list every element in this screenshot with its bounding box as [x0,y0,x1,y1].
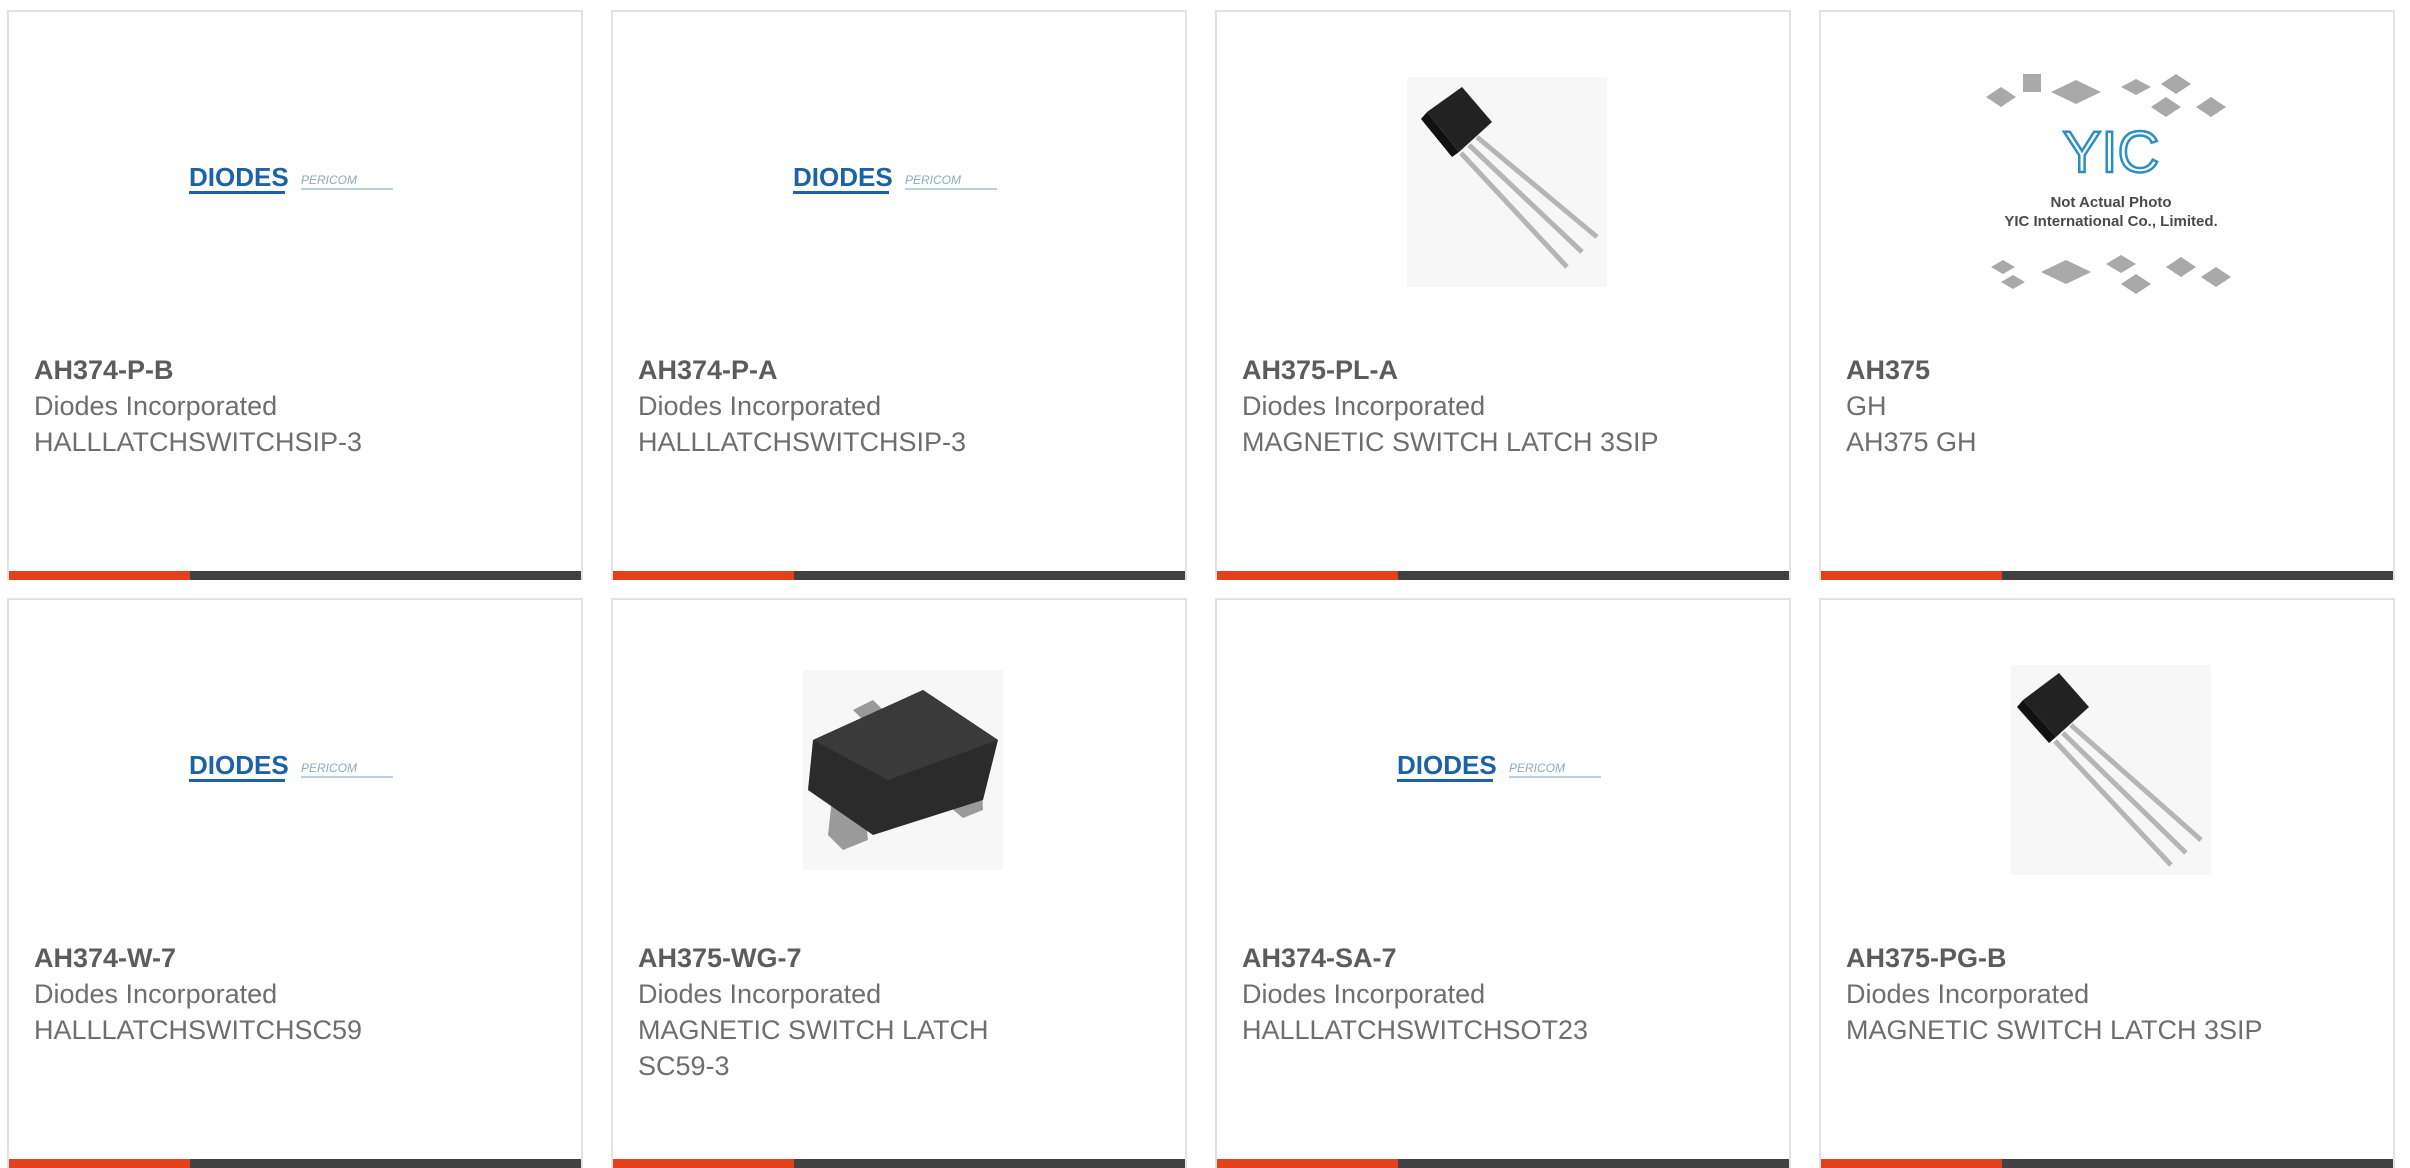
product-card[interactable]: AH375-PL-A Diodes Incorporated MAGNETIC … [1215,10,1791,580]
product-image[interactable]: YIC Not Actual Photo YIC International C… [1961,72,2261,294]
product-image[interactable]: DIODES PERICOM [149,72,449,292]
svg-text:DIODES: DIODES [189,750,289,780]
product-grid: DIODES PERICOM AH374-P-B Diodes Incorpor… [0,0,2410,1168]
product-card[interactable]: DIODES PERICOM AH374-W-7 Diodes Incorpor… [7,598,583,1168]
description: HALLLATCHSWITCHSIP-3 [34,427,363,457]
manufacturer: Diodes Incorporated [34,979,278,1009]
part-number[interactable]: AH375-PG-B [1846,940,2373,976]
description: AH375 GH [1846,427,1977,457]
product-card[interactable]: AH375-WG-7 Diodes Incorporated MAGNETIC … [611,598,1187,1168]
card-bar [613,1159,1185,1168]
description: HALLLATCHSWITCHSOT23 [1242,1015,1589,1045]
card-bar [613,571,1185,580]
product-image[interactable]: DIODES PERICOM [1357,660,1657,880]
product-card[interactable]: DIODES PERICOM AH374-P-A Diodes Incorpor… [611,10,1187,580]
manufacturer: Diodes Incorporated [638,979,882,1009]
sc59-package-icon [803,670,1003,870]
manufacturer: Diodes Incorporated [1242,979,1486,1009]
product-image[interactable] [1357,72,1657,292]
product-card[interactable]: DIODES PERICOM AH374-P-B Diodes Incorpor… [7,10,583,580]
diodes-logo-icon: DIODES PERICOM [189,750,393,782]
manufacturer: Diodes Incorporated [1846,979,2090,1009]
svg-text:YIC International Co., Limited: YIC International Co., Limited. [2004,213,2217,230]
sip3-package-icon [2011,665,2211,875]
diodes-logo-icon: DIODES PERICOM [1397,750,1601,782]
sip3-package-icon [1407,77,1607,287]
yic-placeholder-icon: YIC Not Actual Photo YIC International C… [1986,74,2231,294]
product-image[interactable] [1961,660,2261,880]
card-bar [9,571,581,580]
manufacturer: Diodes Incorporated [34,391,278,421]
description: MAGNETIC SWITCH LATCH 3SIP [1242,427,1659,457]
description: MAGNETIC SWITCH LATCH SC59-3 [638,1015,989,1081]
product-image[interactable]: DIODES PERICOM [753,72,1053,292]
card-bar [1821,1159,2393,1168]
part-number[interactable]: AH374-W-7 [34,940,561,976]
svg-text:DIODES: DIODES [189,162,289,192]
manufacturer: Diodes Incorporated [638,391,882,421]
card-bar [1821,571,2393,580]
product-image[interactable]: DIODES PERICOM [149,660,449,880]
product-card[interactable]: YIC Not Actual Photo YIC International C… [1819,10,2395,580]
diodes-logo-icon: DIODES PERICOM [793,162,997,194]
product-card[interactable]: AH375-PG-B Diodes Incorporated MAGNETIC … [1819,598,2395,1168]
svg-text:PERICOM: PERICOM [1509,761,1565,775]
description: HALLLATCHSWITCHSIP-3 [638,427,967,457]
svg-text:DIODES: DIODES [1397,750,1497,780]
svg-text:PERICOM: PERICOM [301,761,357,775]
svg-text:PERICOM: PERICOM [301,173,357,187]
card-bar [9,1159,581,1168]
manufacturer: GH [1846,391,1887,421]
card-bar [1217,571,1789,580]
product-card[interactable]: DIODES PERICOM AH374-SA-7 Diodes Incorpo… [1215,598,1791,1168]
part-number[interactable]: AH374-P-A [638,352,1165,388]
part-number[interactable]: AH374-SA-7 [1242,940,1769,976]
svg-text:Not Actual Photo: Not Actual Photo [2050,194,2171,211]
svg-text:YIC: YIC [2063,120,2160,185]
svg-text:PERICOM: PERICOM [905,173,961,187]
description: HALLLATCHSWITCHSC59 [34,1015,363,1045]
description: MAGNETIC SWITCH LATCH 3SIP [1846,1015,2263,1045]
card-bar [1217,1159,1789,1168]
svg-text:DIODES: DIODES [793,162,893,192]
part-number[interactable]: AH375 [1846,352,2373,388]
diodes-logo-icon: DIODES PERICOM [189,162,393,194]
part-number[interactable]: AH375-WG-7 [638,940,1165,976]
part-number[interactable]: AH375-PL-A [1242,352,1769,388]
manufacturer: Diodes Incorporated [1242,391,1486,421]
part-number[interactable]: AH374-P-B [34,352,561,388]
product-image[interactable] [753,660,1053,880]
